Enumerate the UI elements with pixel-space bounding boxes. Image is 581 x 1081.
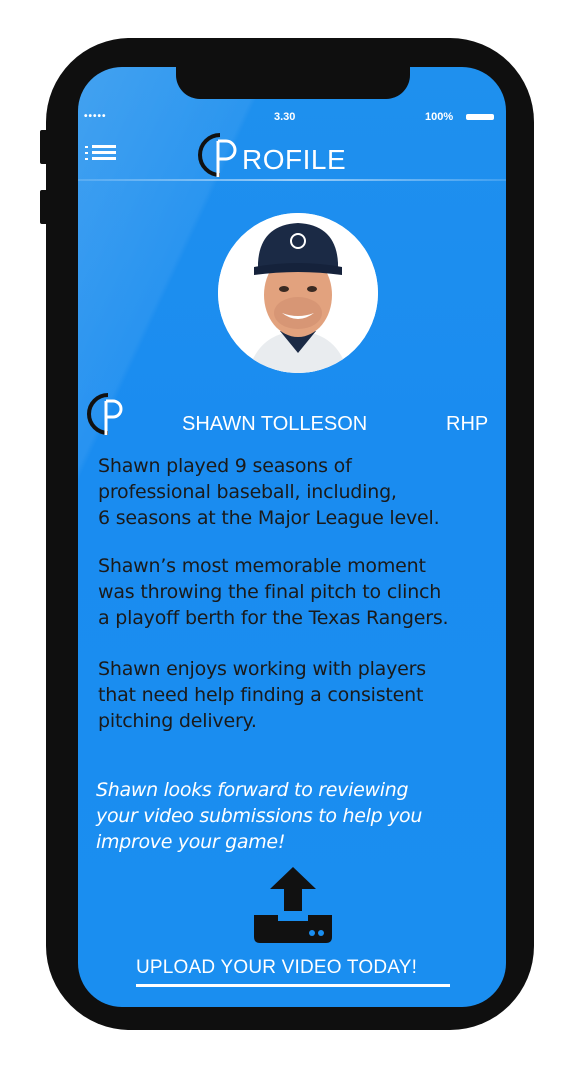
bio-paragraph: Shawn enjoys working with players that n… bbox=[98, 658, 426, 732]
status-time: 3.30 bbox=[274, 111, 296, 123]
player-position: RHP bbox=[446, 413, 489, 435]
player-name: SHAWN TOLLESON bbox=[182, 413, 368, 435]
upload-underline bbox=[136, 984, 450, 987]
upload-icon[interactable] bbox=[254, 867, 332, 943]
brand-logo-icon bbox=[198, 133, 237, 177]
bio-paragraph: Shawn played 9 seasons of professional b… bbox=[98, 455, 440, 529]
avatar bbox=[218, 213, 378, 373]
call-to-action-text: Shawn looks forward to reviewing your vi… bbox=[96, 779, 423, 853]
battery-icon bbox=[466, 114, 494, 120]
side-button bbox=[40, 130, 48, 164]
player-photo bbox=[218, 213, 378, 373]
bio-paragraph: Shawn’s most memorable moment was throwi… bbox=[98, 555, 449, 629]
side-button bbox=[40, 190, 48, 224]
page-title: ROFILE bbox=[242, 144, 347, 175]
battery-percent: 100% bbox=[425, 111, 454, 123]
phone-screen: ••••• 3.30 100% ROFILE SHAWN TOLLESON RH… bbox=[78, 67, 506, 1007]
brand-logo-icon bbox=[87, 393, 123, 435]
page-header: ROFILE bbox=[196, 129, 386, 181]
header-divider bbox=[78, 179, 506, 181]
menu-icon[interactable] bbox=[84, 144, 118, 162]
signal-indicator: ••••• bbox=[84, 111, 107, 122]
upload-video-link[interactable]: UPLOAD YOUR VIDEO TODAY! bbox=[136, 957, 417, 979]
notch bbox=[176, 67, 410, 99]
